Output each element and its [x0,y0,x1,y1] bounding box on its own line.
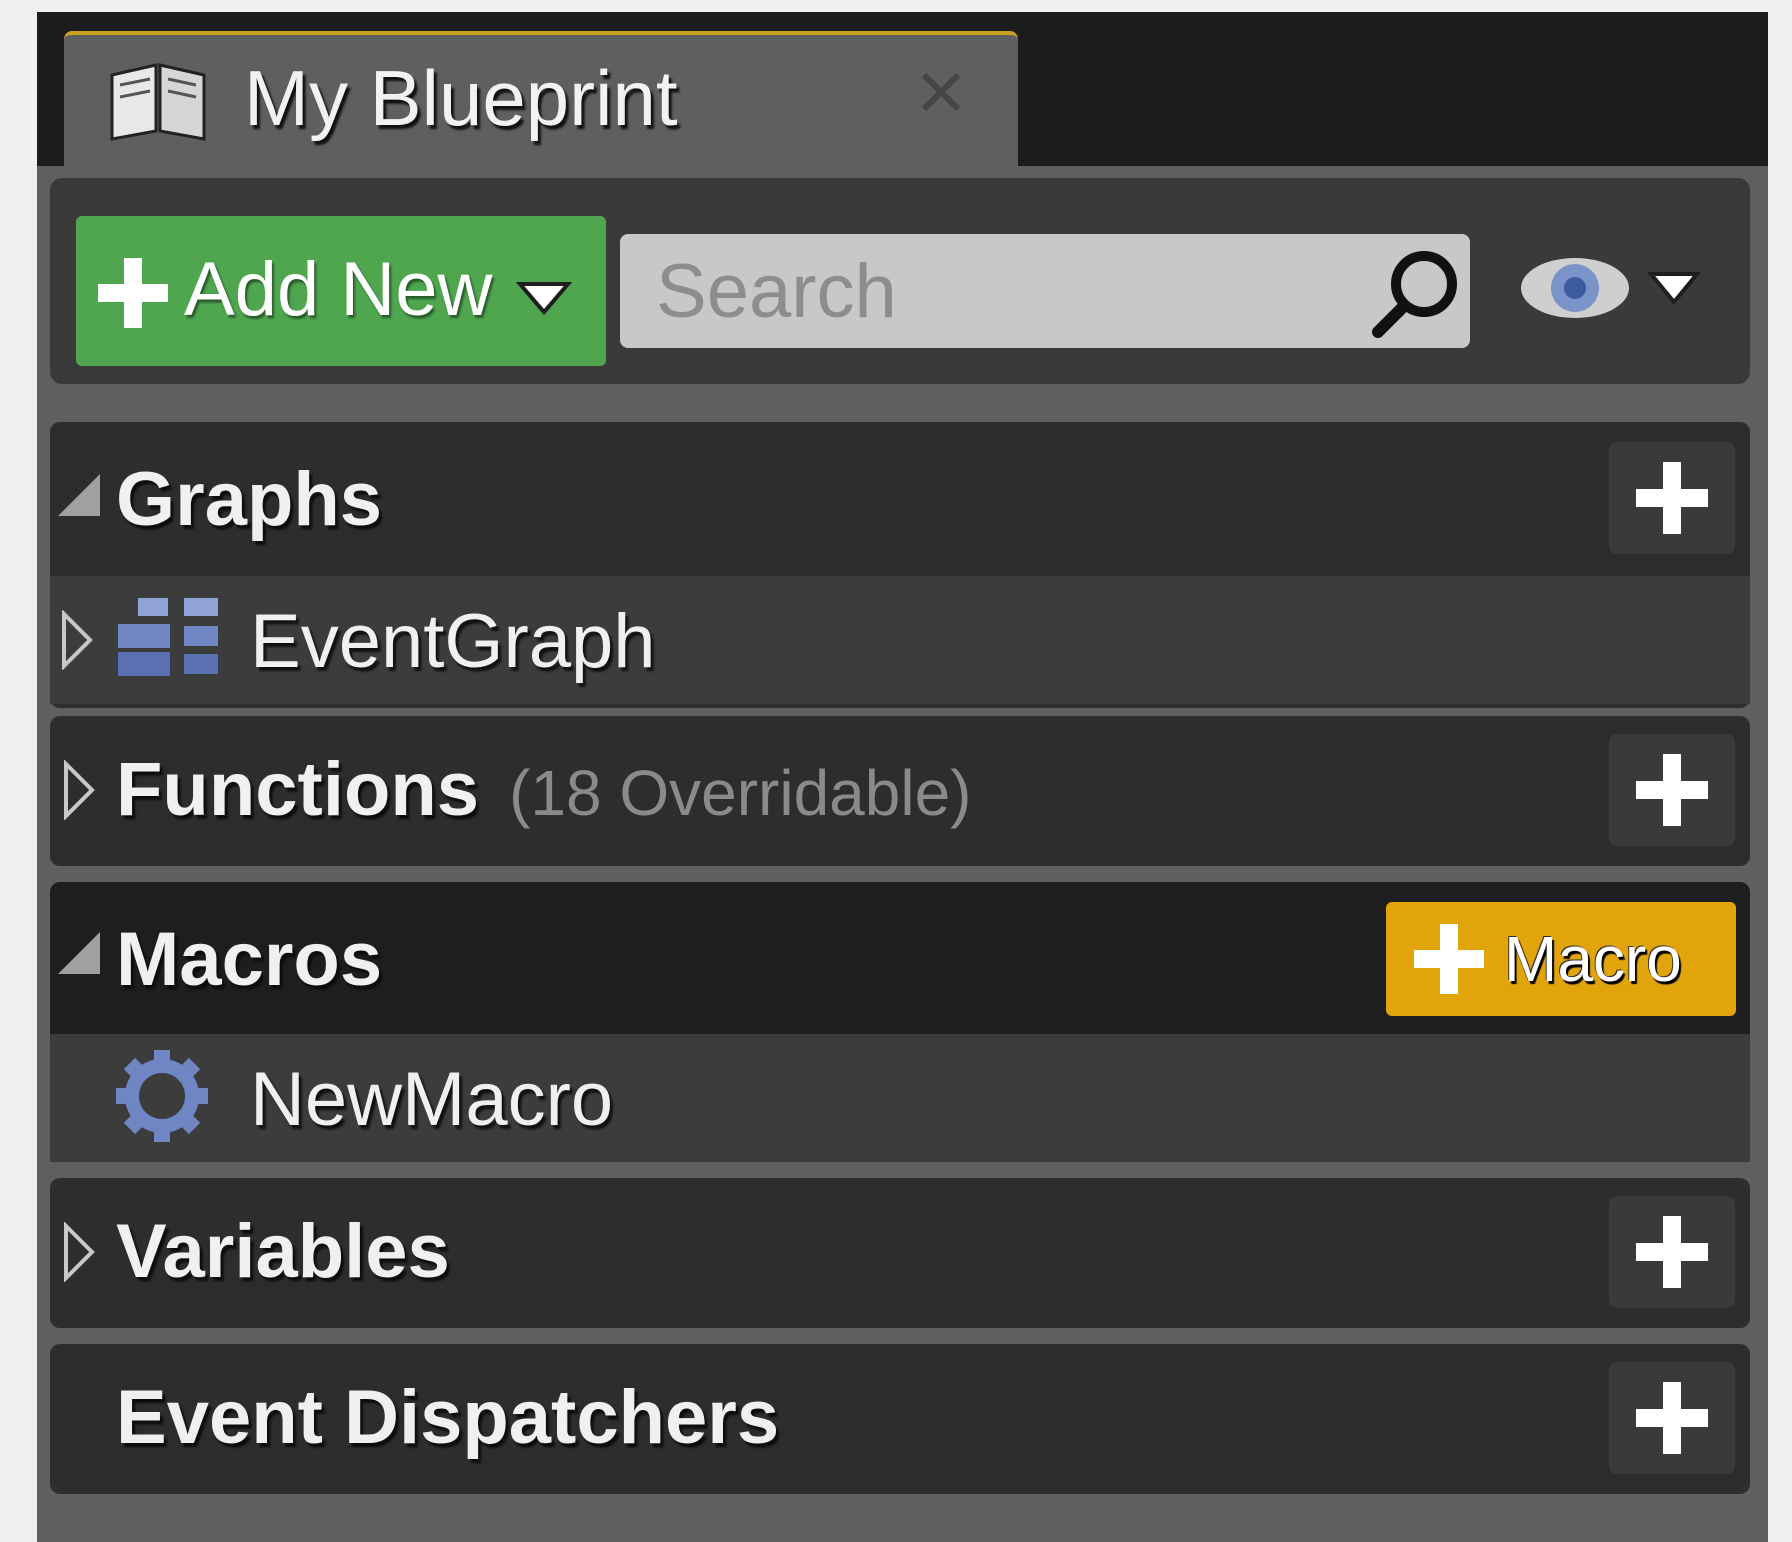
plus-icon [1636,462,1708,534]
collapsed-arrow-icon [64,760,95,820]
add-new-button[interactable]: Add New [76,216,606,366]
collapsed-arrow-icon [62,610,93,670]
add-macro-button[interactable]: Macro [1386,902,1736,1016]
book-icon [110,63,206,141]
section-variables: Variables [50,1178,1750,1328]
add-new-label: Add New [184,247,493,332]
panel-body: Add New Search Graphs EventGraph Functio… [37,166,1768,1542]
toolbar: Add New [50,178,1750,384]
event-graph-icon [118,598,218,676]
plus-icon [1636,1216,1708,1288]
functions-overridable-count: (18 Overridable) [509,757,972,829]
tab-my-blueprint[interactable]: My Blueprint [64,31,1018,166]
my-blueprint-panel: My Blueprint Add New Search Graphs Event… [37,12,1768,1542]
section-macros: Macros Macro NewMacro [50,882,1750,1162]
macros-header[interactable]: Macros Macro [50,882,1750,1032]
list-item-eventgraph[interactable]: EventGraph [50,576,1750,704]
add-graph-button[interactable] [1609,442,1735,554]
newmacro-label: NewMacro [250,1057,614,1142]
eventgraph-label: EventGraph [250,599,656,684]
add-event-dispatcher-button[interactable] [1609,1362,1735,1474]
gear-icon [116,1050,208,1142]
plus-icon [1636,1382,1708,1454]
add-function-button[interactable] [1609,734,1735,846]
variables-header[interactable]: Variables [50,1178,1750,1328]
expanded-arrow-icon [58,474,100,516]
tab-title: My Blueprint [244,54,678,142]
collapsed-arrow-icon [64,1222,95,1282]
add-variable-button[interactable] [1609,1196,1735,1308]
section-functions: Functions (18 Overridable) [50,716,1750,866]
close-icon[interactable] [916,67,966,117]
search-box [620,234,1470,348]
expanded-arrow-icon [58,932,100,974]
functions-header[interactable]: Functions (18 Overridable) [50,716,1750,866]
add-macro-label: Macro [1504,923,1682,995]
list-item-newmacro[interactable]: NewMacro [50,1034,1750,1162]
search-icon[interactable] [1368,244,1464,340]
variables-title: Variables [116,1209,450,1294]
chevron-down-icon [516,282,572,316]
section-event-dispatchers: Event Dispatchers [50,1344,1750,1494]
functions-title: Functions (18 Overridable) [116,746,971,833]
event-dispatchers-header[interactable]: Event Dispatchers [50,1344,1750,1494]
search-input[interactable] [620,234,1360,348]
section-graphs: Graphs EventGraph [50,422,1750,708]
plus-icon [1636,754,1708,826]
graphs-title: Graphs [116,457,383,542]
functions-title-text: Functions [116,747,480,832]
graphs-header[interactable]: Graphs [50,422,1750,572]
event-dispatchers-title: Event Dispatchers [116,1375,780,1460]
eye-icon[interactable] [1518,248,1632,328]
view-options-chevron-icon[interactable] [1647,268,1701,308]
plus-icon [98,258,168,328]
plus-icon [1414,924,1484,994]
macros-title: Macros [116,917,383,1002]
